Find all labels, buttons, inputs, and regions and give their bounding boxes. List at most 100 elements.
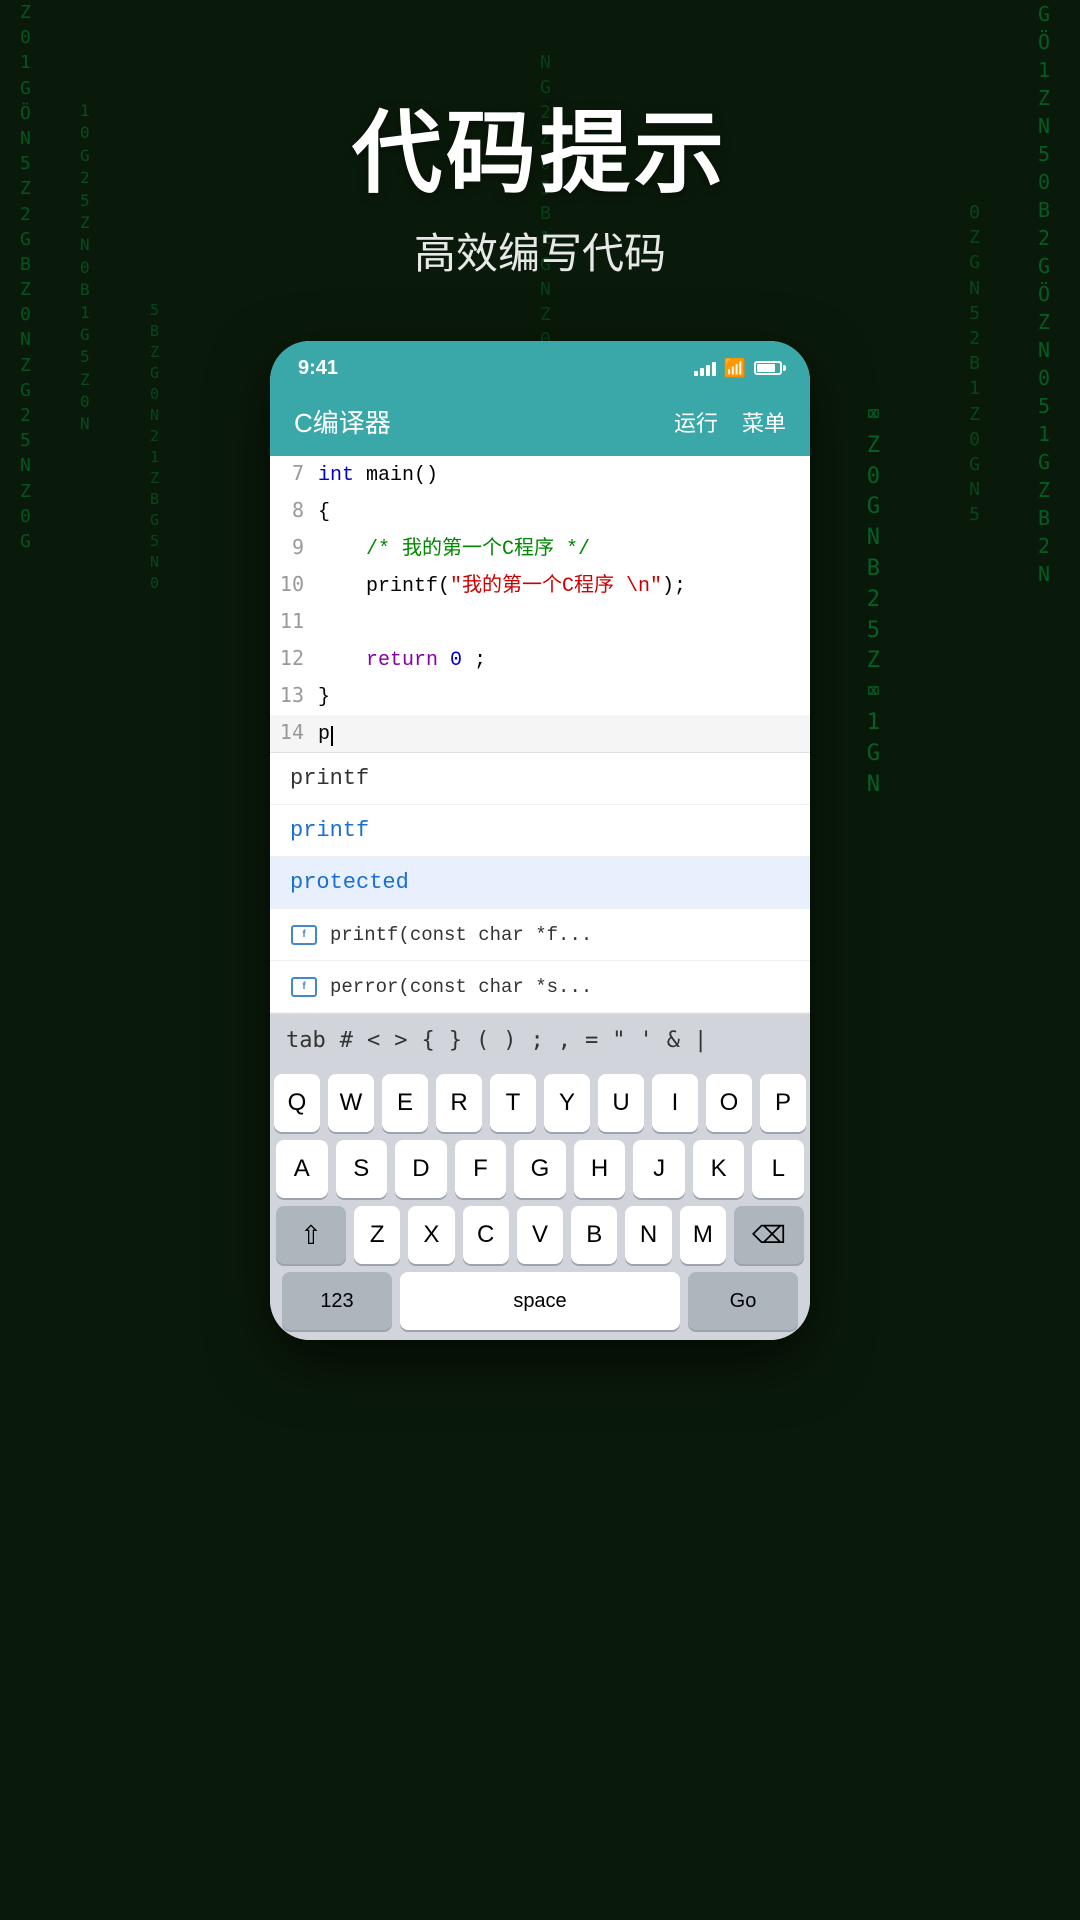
status-icons: 📶 xyxy=(694,358,782,379)
code-line-13: 13 } xyxy=(270,678,810,715)
numbers-key[interactable]: 123 xyxy=(282,1272,392,1330)
go-key[interactable]: Go xyxy=(688,1272,798,1330)
key-g[interactable]: G xyxy=(514,1140,566,1198)
code-line-7: 7 int main() xyxy=(270,456,810,493)
battery-icon xyxy=(754,361,782,375)
autocomplete-text-3: protected xyxy=(290,870,409,895)
autocomplete-item-4[interactable]: f printf(const char *f... xyxy=(270,909,810,961)
code-content-12: return 0 ; xyxy=(318,646,810,676)
keyword-int: int xyxy=(318,464,354,487)
key-m[interactable]: M xyxy=(680,1206,726,1264)
key-i[interactable]: I xyxy=(652,1074,698,1132)
delete-key[interactable]: ⌫ xyxy=(734,1206,804,1264)
shift-icon: ⇧ xyxy=(300,1220,322,1251)
function-icon-4: f xyxy=(290,924,318,946)
signal-bars-icon xyxy=(694,360,716,376)
keyboard-row-bottom: 123 space Go xyxy=(276,1272,804,1330)
keyboard-row-2: A S D F G H J K L xyxy=(276,1140,804,1198)
key-f[interactable]: F xyxy=(455,1140,507,1198)
key-r[interactable]: R xyxy=(436,1074,482,1132)
key-v[interactable]: V xyxy=(517,1206,563,1264)
line-number-9: 9 xyxy=(270,532,318,562)
line-number-11: 11 xyxy=(270,606,318,636)
shortcut-tab[interactable]: tab xyxy=(286,1028,326,1053)
shortcut-lparen[interactable]: ( xyxy=(476,1028,489,1053)
line-number-8: 8 xyxy=(270,495,318,525)
line-number-12: 12 xyxy=(270,643,318,673)
autocomplete-text-4: printf(const char *f... xyxy=(330,924,592,946)
key-e[interactable]: E xyxy=(382,1074,428,1132)
shift-key[interactable]: ⇧ xyxy=(276,1206,346,1264)
line-number-10: 10 xyxy=(270,569,318,599)
line-number-14: 14 xyxy=(270,717,318,747)
key-n[interactable]: N xyxy=(625,1206,671,1264)
shortcut-rparen[interactable]: ) xyxy=(503,1028,516,1053)
autocomplete-text-5: perror(const char *s... xyxy=(330,976,592,998)
key-t[interactable]: T xyxy=(490,1074,536,1132)
code-line-9: 9 /* 我的第一个C程序 */ xyxy=(270,530,810,567)
line-number-13: 13 xyxy=(270,680,318,710)
autocomplete-item-2[interactable]: printf xyxy=(270,805,810,857)
menu-button[interactable]: 菜单 xyxy=(742,406,786,438)
space-key[interactable]: space xyxy=(400,1272,680,1330)
key-x[interactable]: X xyxy=(408,1206,454,1264)
code-content-9: /* 我的第一个C程序 */ xyxy=(318,535,810,565)
key-y[interactable]: Y xyxy=(544,1074,590,1132)
shortcut-comma[interactable]: , xyxy=(558,1028,571,1053)
autocomplete-text-2: printf xyxy=(290,818,369,843)
autocomplete-item-5[interactable]: f perror(const char *s... xyxy=(270,961,810,1013)
shortcut-lt[interactable]: < xyxy=(367,1028,380,1053)
key-s[interactable]: S xyxy=(336,1140,388,1198)
app-title: C编译器 xyxy=(294,403,391,440)
code-editor[interactable]: 7 int main() 8 { 9 /* 我的第一个C程序 */ xyxy=(270,456,810,752)
shortcut-pipe[interactable]: | xyxy=(694,1028,707,1053)
key-p[interactable]: P xyxy=(760,1074,806,1132)
key-w[interactable]: W xyxy=(328,1074,374,1132)
autocomplete-item-1[interactable]: printf xyxy=(270,753,810,805)
code-content-13: } xyxy=(318,683,810,713)
code-line-8: 8 { xyxy=(270,493,810,530)
shortcut-dquote[interactable]: " xyxy=(612,1028,625,1053)
autocomplete-dropdown[interactable]: printf printf protected f printf(const c… xyxy=(270,752,810,1014)
line-number-7: 7 xyxy=(270,458,318,488)
autocomplete-text-1: printf xyxy=(290,766,369,791)
key-o[interactable]: O xyxy=(706,1074,752,1132)
function-icon-5: f xyxy=(290,976,318,998)
shortcut-bar[interactable]: tab # < > { } ( ) ; , = " ' & | xyxy=(270,1014,810,1066)
key-j[interactable]: J xyxy=(633,1140,685,1198)
key-h[interactable]: H xyxy=(574,1140,626,1198)
app-header: C编译器 运行 菜单 xyxy=(270,391,810,456)
keyboard-row-3: ⇧ Z X C V B N M ⌫ xyxy=(276,1206,804,1264)
code-content-7: int main() xyxy=(318,461,810,491)
code-line-14: 14 p xyxy=(270,715,810,752)
shortcut-gt[interactable]: > xyxy=(394,1028,407,1053)
shortcut-amp[interactable]: & xyxy=(667,1028,680,1053)
shortcut-squote[interactable]: ' xyxy=(640,1028,653,1053)
status-time: 9:41 xyxy=(298,357,338,380)
shortcut-lbrace[interactable]: { xyxy=(422,1028,435,1053)
autocomplete-item-3[interactable]: protected xyxy=(270,857,810,909)
keyboard[interactable]: Q W E R T Y U I O P A S D F G H J K xyxy=(270,1066,810,1340)
key-q[interactable]: Q xyxy=(274,1074,320,1132)
code-content-11 xyxy=(318,609,810,639)
key-d[interactable]: D xyxy=(395,1140,447,1198)
shortcut-hash[interactable]: # xyxy=(340,1028,353,1053)
header-section: 代码提示 高效编写代码 xyxy=(352,0,728,321)
shortcut-rbrace[interactable]: } xyxy=(449,1028,462,1053)
code-line-10: 10 printf("我的第一个C程序 \n"); xyxy=(270,567,810,604)
key-k[interactable]: K xyxy=(693,1140,745,1198)
sub-title: 高效编写代码 xyxy=(352,220,728,281)
key-l[interactable]: L xyxy=(752,1140,804,1198)
key-b[interactable]: B xyxy=(571,1206,617,1264)
key-c[interactable]: C xyxy=(463,1206,509,1264)
code-content-10: printf("我的第一个C程序 \n"); xyxy=(318,572,810,602)
key-z[interactable]: Z xyxy=(354,1206,400,1264)
keyboard-row-1: Q W E R T Y U I O P xyxy=(276,1074,804,1132)
key-u[interactable]: U xyxy=(598,1074,644,1132)
shortcut-eq[interactable]: = xyxy=(585,1028,598,1053)
shortcut-semi[interactable]: ; xyxy=(531,1028,544,1053)
page-content: 代码提示 高效编写代码 9:41 📶 C编译器 xyxy=(0,0,1080,1920)
run-button[interactable]: 运行 xyxy=(674,406,718,438)
key-a[interactable]: A xyxy=(276,1140,328,1198)
phone-frame: 9:41 📶 C编译器 运行 菜单 xyxy=(270,341,810,1340)
